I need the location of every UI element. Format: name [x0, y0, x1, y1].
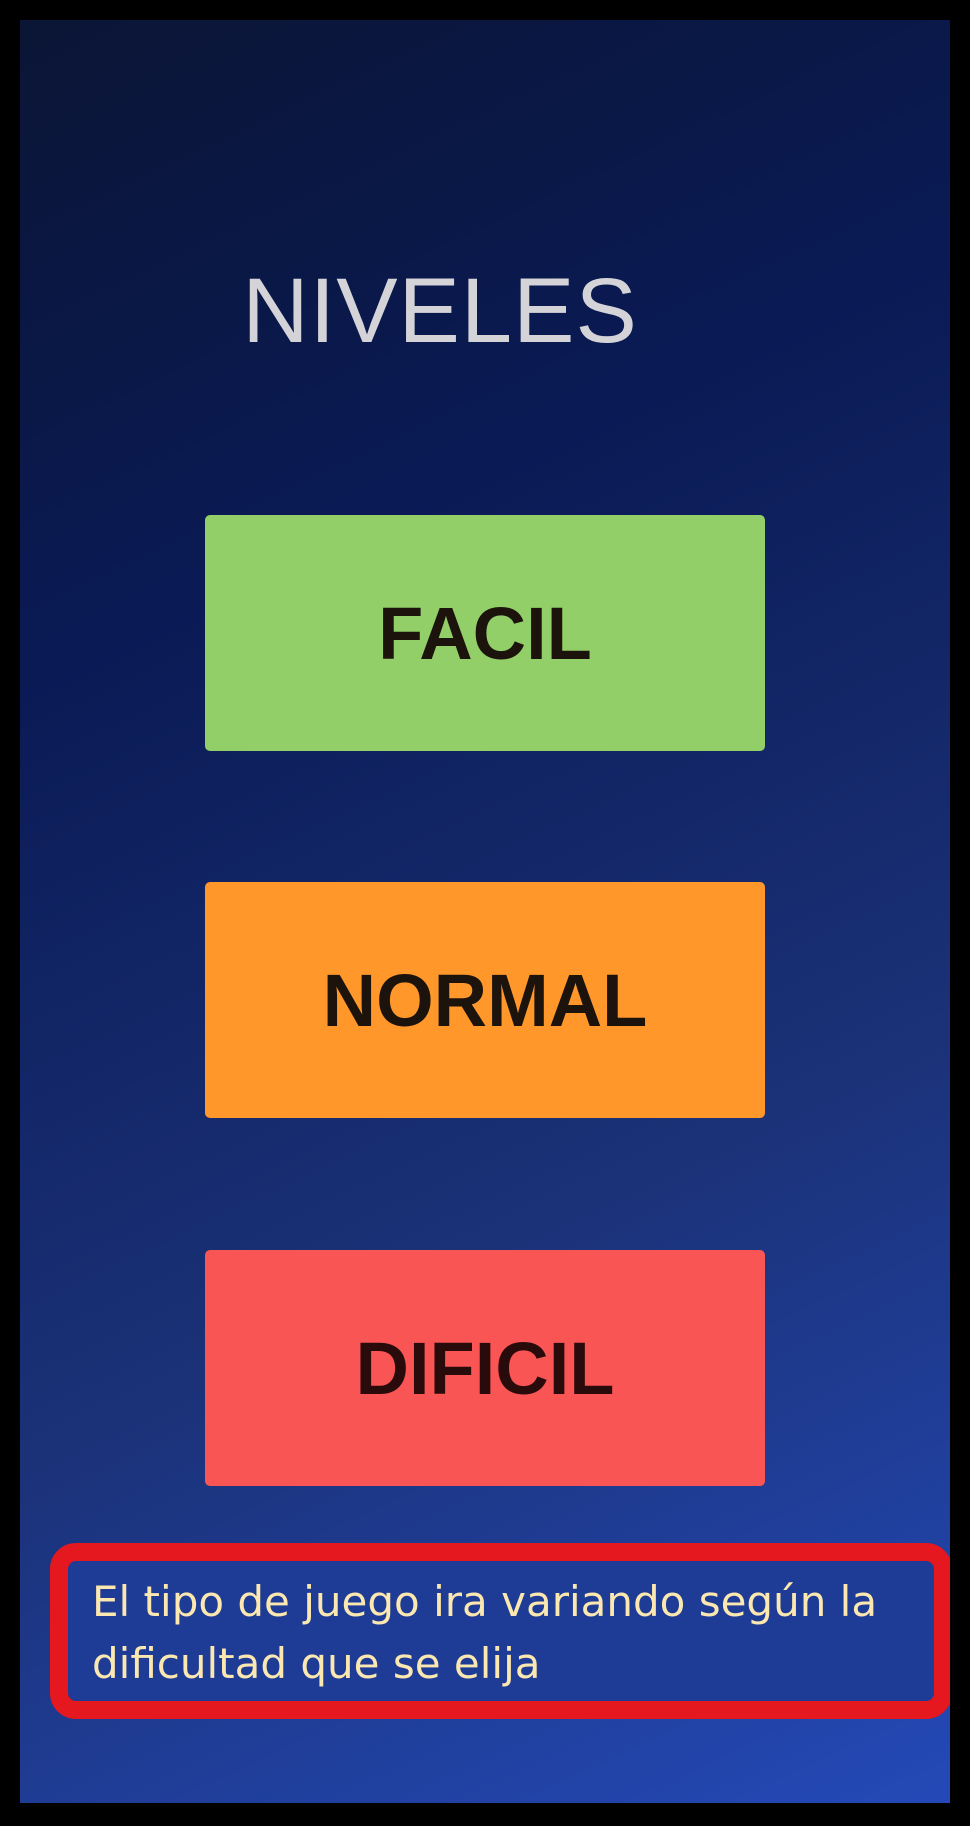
note-text: El tipo de juego ira variando según la d…: [92, 1577, 878, 1688]
easy-level-button[interactable]: FACIL: [205, 515, 765, 751]
highlighted-note-box: El tipo de juego ira variando según la d…: [50, 1543, 950, 1719]
levels-screen: NIVELES FACIL NORMAL DIFICIL El tipo de …: [20, 20, 950, 1803]
page-title: NIVELES: [242, 260, 638, 362]
hard-level-button[interactable]: DIFICIL: [205, 1250, 765, 1486]
device-frame: NIVELES FACIL NORMAL DIFICIL El tipo de …: [0, 0, 970, 1826]
normal-level-button[interactable]: NORMAL: [205, 882, 765, 1118]
